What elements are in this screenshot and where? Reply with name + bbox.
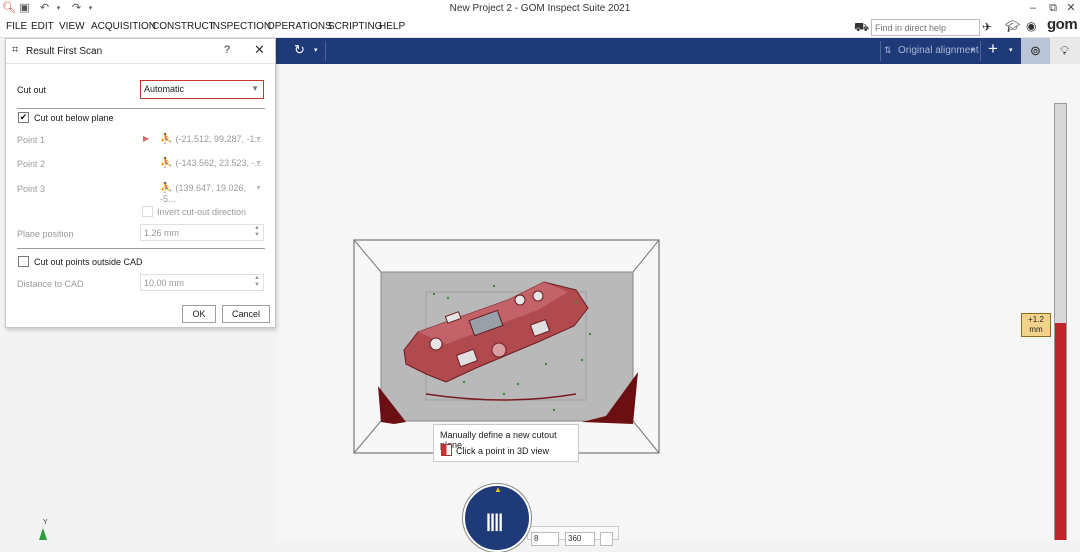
- chevron-down-icon: ▼: [251, 84, 259, 93]
- alignment-selector[interactable]: Original alignment: [898, 45, 979, 56]
- cut-below-plane-label: Cut out below plane: [34, 113, 114, 123]
- point-picker-icon: ⛹: [160, 134, 173, 145]
- section-divider: [17, 248, 265, 249]
- spin-arrows-icon[interactable]: ▲ ▼: [254, 275, 260, 289]
- alignment-dropdown-icon[interactable]: ▾: [971, 46, 975, 54]
- spin-arrows-icon[interactable]: ▲ ▼: [254, 225, 260, 239]
- point-3-field[interactable]: ⛹ (139.647, 19.026, -5... ▼: [160, 183, 264, 204]
- slider-tag-value: +1.2: [1028, 315, 1044, 324]
- deviation-slider-handle[interactable]: +1.2 mm: [1021, 313, 1051, 337]
- chevron-down-icon: ▼: [255, 185, 262, 192]
- dialog-title: Result First Scan: [26, 46, 103, 57]
- toolbar-separator: [325, 41, 326, 61]
- rotation-step-field[interactable]: 8: [531, 532, 559, 546]
- close-button[interactable]: ✕: [1060, 1, 1080, 16]
- 3d-scene[interactable]: [276, 64, 1080, 540]
- plane-position-spinbox[interactable]: 1.26 mm ▲ ▼: [140, 224, 264, 241]
- minimize-button[interactable]: –: [1022, 1, 1044, 16]
- distance-to-cad-spinbox[interactable]: 10.00 mm ▲ ▼: [140, 274, 264, 291]
- rotation-apply-button[interactable]: [600, 532, 613, 546]
- menu-operations[interactable]: OPERATIONS: [267, 21, 332, 32]
- chevron-down-icon: ▼: [255, 160, 262, 167]
- academy-cap-icon[interactable]: 🎓︎: [1005, 19, 1020, 33]
- point-3-value: (139.647, 19.026, -5...: [160, 183, 247, 204]
- invert-direction-checkbox[interactable]: [142, 206, 153, 217]
- gom-logo: gom: [1047, 16, 1078, 33]
- toolbar-separator: [880, 41, 881, 61]
- add-icon[interactable]: +: [988, 39, 998, 59]
- nav-pointer-icon: ▲: [494, 485, 502, 494]
- direct-help-search-input[interactable]: [871, 19, 980, 36]
- refresh-dropdown-icon[interactable]: ▾: [314, 46, 318, 54]
- menu-help[interactable]: HELP: [379, 21, 405, 32]
- point-picker-icon: ⛹: [160, 158, 173, 169]
- 3d-viewport[interactable]: [276, 64, 1080, 540]
- cut-out-value: Automatic: [144, 84, 185, 94]
- distance-to-cad-value: 10.00 mm: [144, 278, 185, 288]
- refresh-icon[interactable]: ↻: [294, 42, 305, 58]
- crop-icon: ⌗: [12, 44, 19, 56]
- menu-edit[interactable]: EDIT: [31, 21, 54, 32]
- point-1-label: Point 1: [17, 135, 46, 145]
- point-1-value: (-21.512, 99.287, -1...: [175, 134, 263, 144]
- title-bar: 🔍︎ ▣ ↶ ▾ ↷ ▾ New Project 2 - GOM Inspect…: [0, 0, 1080, 17]
- view-mode-toolbar: ⊚ 💡︎: [1021, 38, 1080, 64]
- cancel-button[interactable]: Cancel: [222, 305, 270, 323]
- dialog-title-divider: [6, 63, 275, 64]
- cut-planes-icon: ||||: [486, 511, 503, 531]
- point-2-field[interactable]: ⛹ (-143.562, 23.523, -... ▼: [160, 158, 264, 175]
- view-toolbar: ↻ ▾ ⇅ Original alignment ▾ + ▾: [276, 38, 1021, 64]
- cut-out-label: Cut out: [17, 85, 47, 95]
- invert-direction-label: Invert cut-out direction: [157, 207, 247, 217]
- dialog-help-button[interactable]: ?: [224, 44, 230, 56]
- point-2-value: (-143.562, 23.523, -...: [175, 158, 263, 168]
- ok-button[interactable]: OK: [182, 305, 216, 323]
- point-picker-icon: ⛹: [160, 183, 173, 194]
- light-bulb-icon[interactable]: 💡︎: [1050, 38, 1079, 64]
- dialog-close-button[interactable]: ✕: [254, 42, 265, 58]
- tooltip-instruction: Click a point in 3D view: [456, 446, 550, 456]
- plane-point-icon: [441, 444, 452, 456]
- plane-position-label: Plane position: [17, 229, 74, 239]
- section-divider: [17, 108, 265, 109]
- cut-out-select[interactable]: Automatic ▼: [140, 80, 264, 99]
- cut-below-plane-checkbox[interactable]: ✔: [18, 112, 29, 123]
- menu-file[interactable]: FILE: [6, 21, 27, 32]
- user-account-icon[interactable]: ◉: [1026, 19, 1036, 33]
- help-rocket-icon[interactable]: ✈: [982, 20, 992, 34]
- toolbar-separator: [980, 41, 981, 61]
- cut-outside-cad-checkbox[interactable]: [18, 256, 29, 267]
- rotation-angle-field[interactable]: 360: [565, 532, 595, 546]
- deviation-slider-fill: [1055, 323, 1066, 540]
- menu-view[interactable]: VIEW: [59, 21, 85, 32]
- point-3-label: Point 3: [17, 184, 46, 194]
- point-2-label: Point 2: [17, 159, 46, 169]
- chevron-down-icon: ▼: [255, 136, 262, 143]
- window-title: New Project 2 - GOM Inspect Suite 2021: [449, 3, 631, 14]
- menu-acquisition[interactable]: ACQUISITION: [91, 21, 156, 32]
- scan-view-icon[interactable]: ⊚: [1021, 38, 1050, 64]
- axis-y-label: Y: [43, 519, 48, 526]
- add-dropdown-icon[interactable]: ▾: [1009, 46, 1013, 54]
- tooltip: Manually define a new cutout plane. Clic…: [433, 424, 579, 462]
- plane-position-value: 1.26 mm: [144, 228, 180, 238]
- store-icon[interactable]: ⛟: [854, 20, 869, 36]
- navigation-wheel[interactable]: ▲ ||||: [463, 484, 531, 552]
- result-first-scan-dialog: ⌗ Result First Scan ? ✕ Cut out Automati…: [5, 38, 276, 328]
- cut-outside-cad-label: Cut out points outside CAD: [34, 257, 143, 267]
- menu-construct[interactable]: CONSTRUCT: [152, 21, 215, 32]
- point-1-field[interactable]: ⛹ (-21.512, 99.287, -1... ▼: [160, 134, 264, 151]
- slider-tag-unit: mm: [1029, 325, 1043, 334]
- active-point-arrow-icon: ▶: [143, 134, 150, 143]
- alignment-icon: ⇅: [884, 45, 892, 55]
- menu-scripting[interactable]: SCRIPTING: [328, 21, 382, 32]
- distance-to-cad-label: Distance to CAD: [17, 279, 84, 289]
- menu-inspection[interactable]: INSPECTION: [210, 21, 271, 32]
